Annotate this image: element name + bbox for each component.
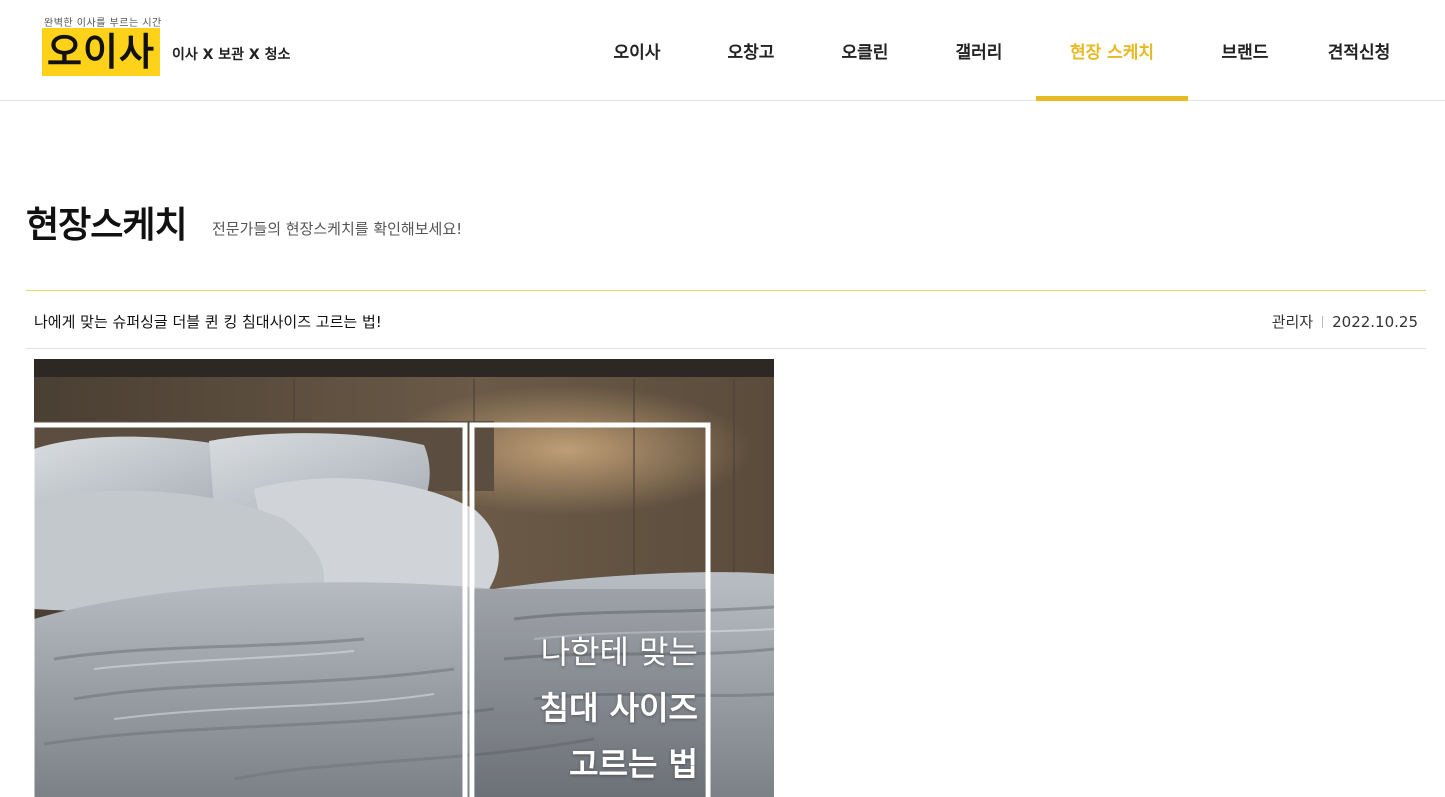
image-caption-line-2: 침대 사이즈 <box>539 689 698 727</box>
meta-divider <box>1322 315 1324 328</box>
post-date: 2022.10.25 <box>1332 312 1418 331</box>
post-image: 나한테 맞는 침대 사이즈 고르는 법 <box>34 359 774 797</box>
logo-tagline: 완벽한 이사를 부르는 시간 <box>44 18 162 29</box>
bed-photo-illustration <box>34 359 774 797</box>
post-meta: 관리자 2022.10.25 <box>1272 311 1418 332</box>
page-subtitle: 전문가들의 현장스케치를 확인해보세요! <box>212 220 463 238</box>
nav-item-brand[interactable]: 브랜드 <box>1188 0 1302 100</box>
nav-item-gallery[interactable]: 갤러리 <box>922 0 1036 100</box>
main-nav: 오이사 오창고 오클린 갤러리 현장 스케치 브랜드 견적신청 <box>580 0 1416 101</box>
logo-subtitle: 이사 X 보관 X 청소 <box>172 47 291 63</box>
nav-item-field-sketch[interactable]: 현장 스케치 <box>1036 0 1188 101</box>
nav-item-ochanggo[interactable]: 오창고 <box>694 0 808 100</box>
logo-text: 오이사 <box>47 30 155 74</box>
nav-item-estimate[interactable]: 견적신청 <box>1302 0 1416 100</box>
site-header: 완벽한 이사를 부르는 시간 오이사 이사 X 보관 X 청소 오이사 오창고 … <box>0 0 1445 101</box>
logo-mark: 오이사 <box>42 28 160 76</box>
post-title: 나에게 맞는 슈퍼싱글 더블 퀸 킹 침대사이즈 고르는 법! <box>34 313 382 331</box>
image-caption-line-3: 고르는 법 <box>569 745 698 783</box>
post-header: 나에게 맞는 슈퍼싱글 더블 퀸 킹 침대사이즈 고르는 법! 관리자 2022… <box>26 290 1426 349</box>
image-caption-line-1: 나한테 맞는 <box>540 633 698 671</box>
nav-item-oisa[interactable]: 오이사 <box>580 0 694 100</box>
page-title: 현장스케치 <box>26 205 188 246</box>
nav-item-oclean[interactable]: 오클린 <box>808 0 922 100</box>
site-logo[interactable]: 완벽한 이사를 부르는 시간 오이사 이사 X 보관 X 청소 <box>42 14 302 78</box>
post-author: 관리자 <box>1271 313 1314 331</box>
